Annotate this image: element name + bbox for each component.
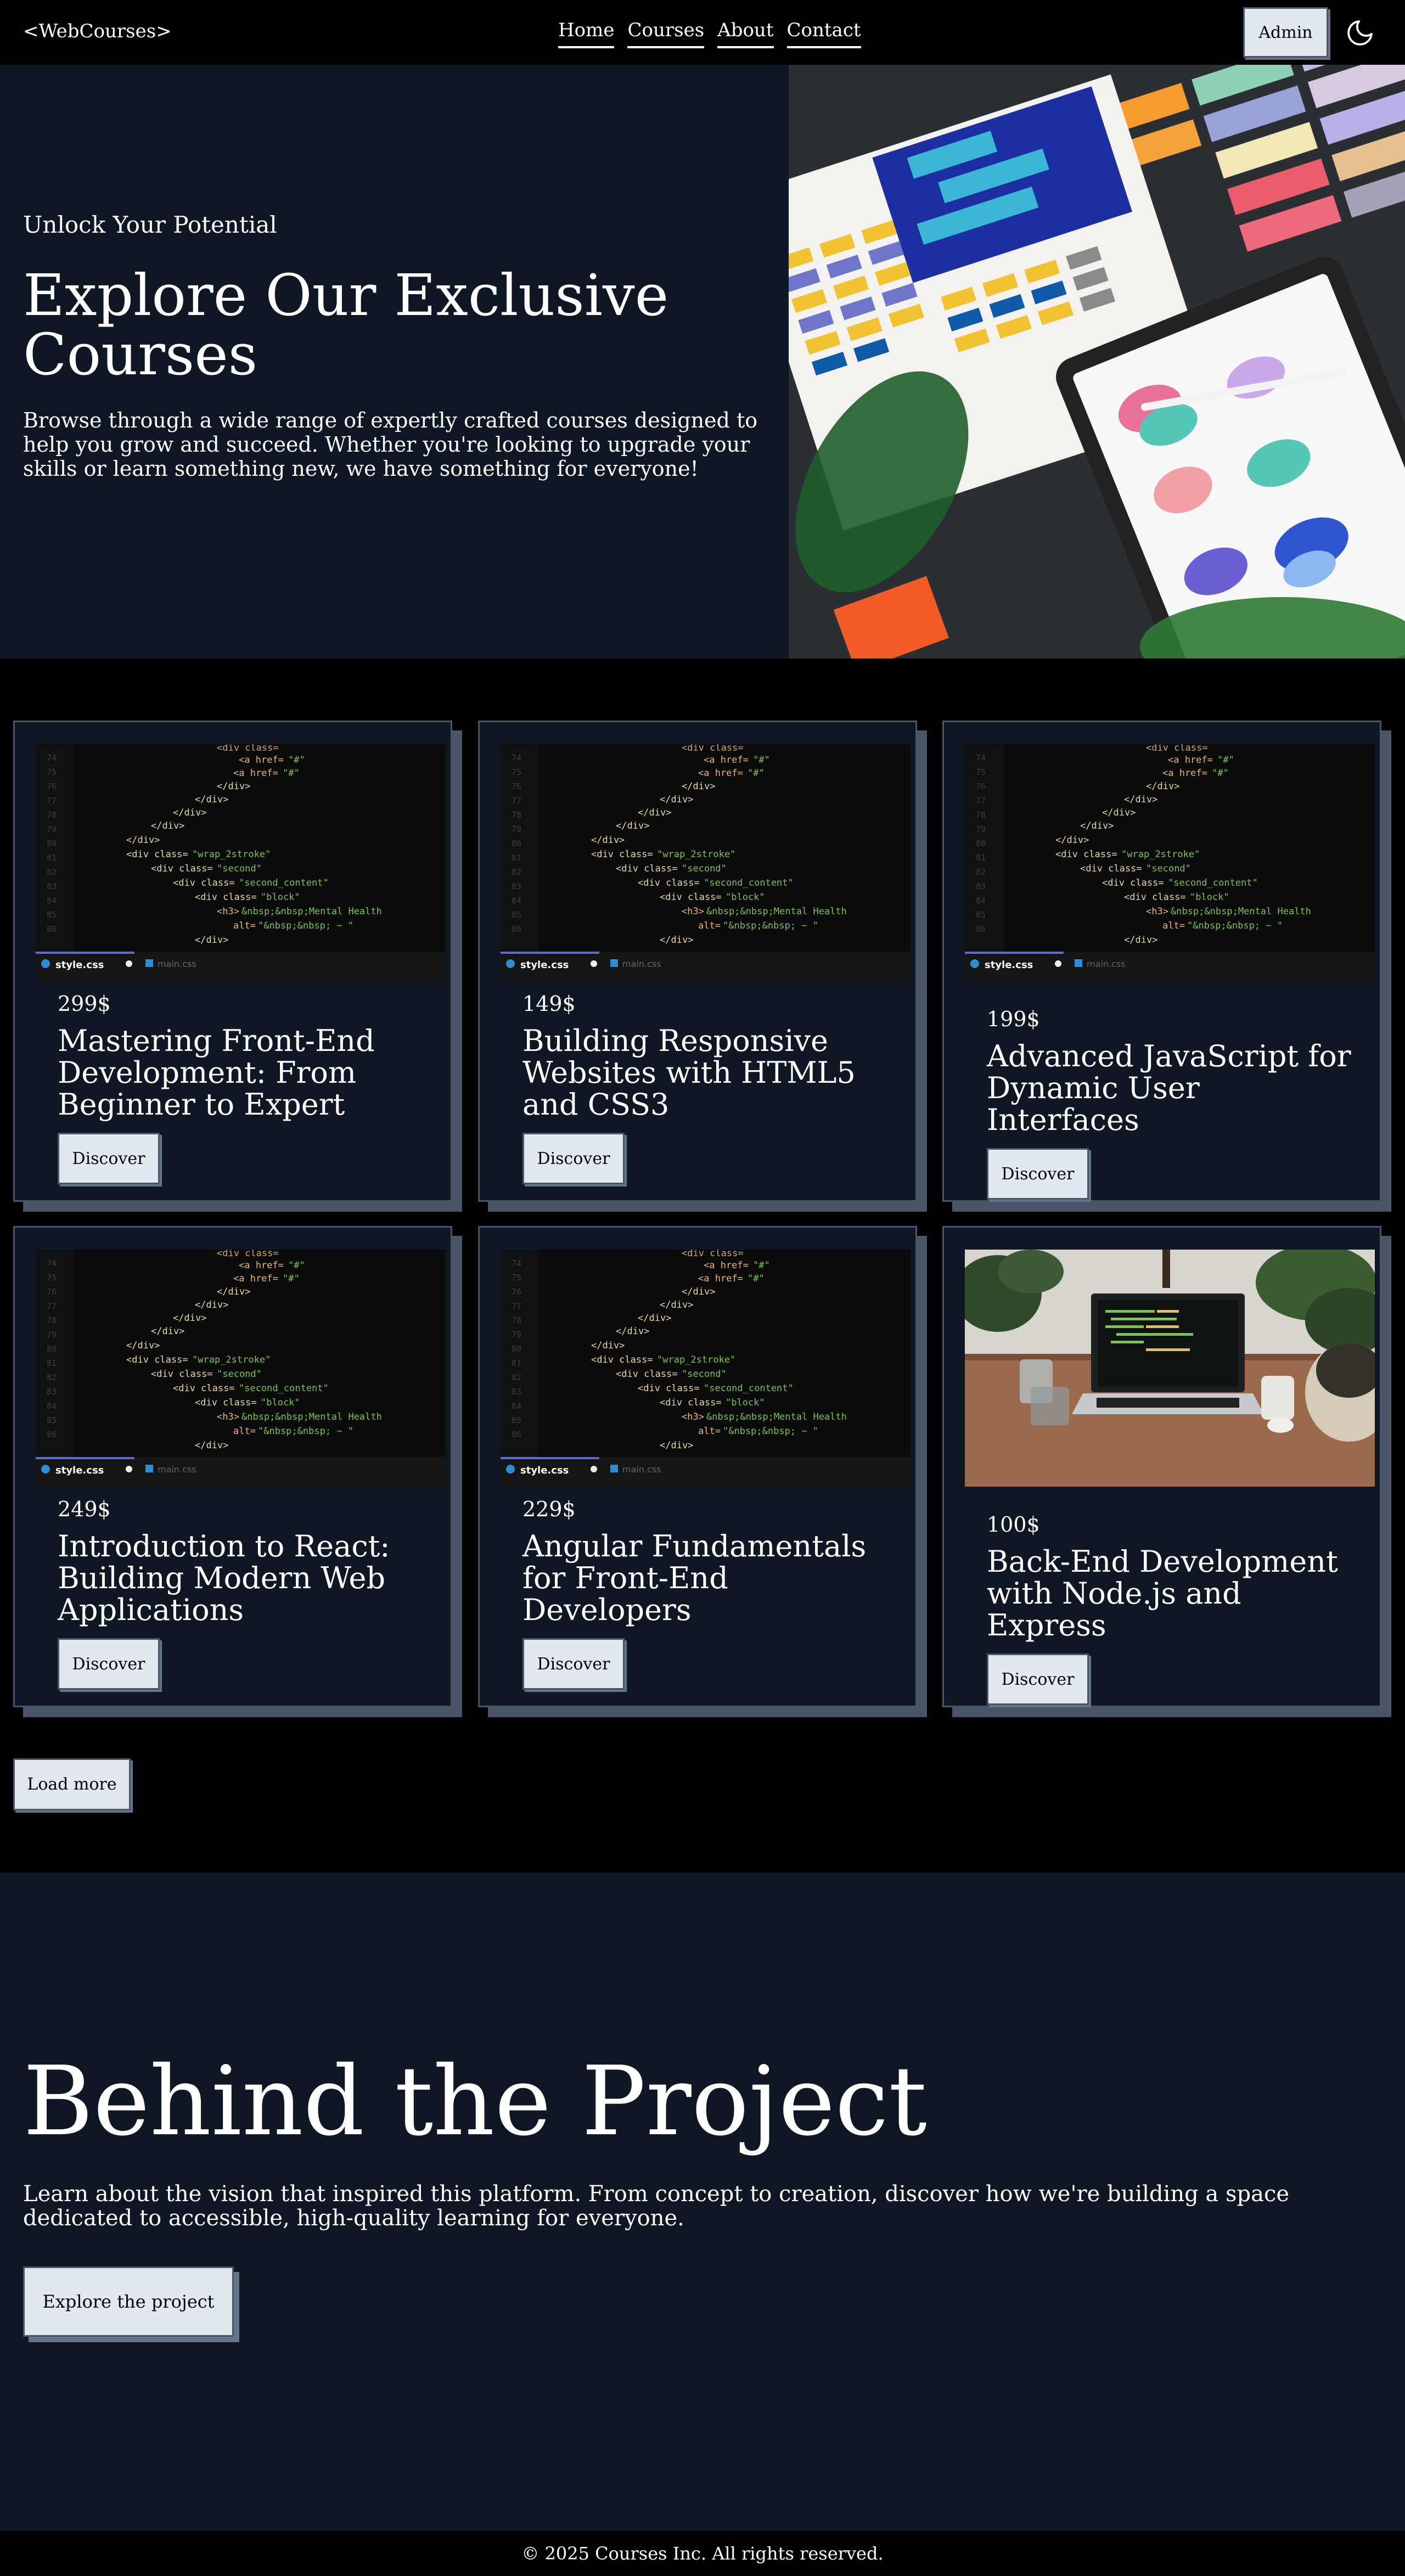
course-card: 100$ Back-End Development with Node.js a…: [942, 1226, 1381, 1707]
nav-links: Home Courses About Contact: [558, 19, 861, 48]
top-navbar: <WebCourses> Home Courses About Contact …: [0, 0, 1405, 65]
footer: © 2025 Courses Inc. All rights reserved.: [0, 2531, 1405, 2576]
course-title: Back-End Development with Node.js and Ex…: [987, 1544, 1338, 1643]
course-image: [965, 1250, 1375, 1487]
nav-link-contact[interactable]: Contact: [786, 19, 861, 48]
admin-button[interactable]: Admin: [1243, 7, 1328, 58]
course-price: 100$: [987, 1512, 1040, 1537]
nav-link-home[interactable]: Home: [558, 19, 615, 48]
about-title: Behind the Project: [23, 2046, 927, 2157]
hero-image: [789, 65, 1405, 659]
hero-description: Browse through a wide range of expertly …: [23, 408, 758, 481]
course-card: 299$ Mastering Front-End Development: Fr…: [13, 721, 452, 1202]
course-price: 299$: [58, 992, 111, 1016]
course-card: 249$ Introduction to React: Building Mod…: [13, 1226, 452, 1707]
course-title: Introduction to React: Building Modern W…: [58, 1529, 390, 1627]
course-image: [36, 1250, 446, 1487]
course-card: 229$ Angular Fundamentals for Front-End …: [478, 1226, 917, 1707]
discover-button[interactable]: Discover: [58, 1133, 160, 1184]
theme-toggle-button[interactable]: [1344, 16, 1376, 49]
course-card: 199$ Advanced JavaScript for Dynamic Use…: [942, 721, 1381, 1202]
about-description: Learn about the vision that inspired thi…: [23, 2181, 1290, 2231]
course-price: 249$: [58, 1497, 111, 1521]
course-image: [36, 744, 446, 981]
course-price: 199$: [987, 1007, 1040, 1031]
nav-link-about[interactable]: About: [717, 19, 774, 48]
course-price: 229$: [522, 1497, 576, 1521]
hero-section: Unlock Your Potential Explore Our Exclus…: [0, 65, 1405, 659]
site-logo[interactable]: <WebCourses>: [23, 20, 172, 43]
moon-icon: [1347, 20, 1373, 46]
course-image: [501, 744, 911, 981]
course-title: Mastering Front-End Development: From Be…: [58, 1023, 375, 1122]
discover-button[interactable]: Discover: [987, 1148, 1089, 1200]
course-image: [965, 744, 1375, 981]
course-price: 149$: [522, 992, 576, 1016]
course-title: Angular Fundamentals for Front-End Devel…: [522, 1529, 867, 1627]
discover-button[interactable]: Discover: [987, 1653, 1089, 1705]
nav-link-courses[interactable]: Courses: [627, 19, 705, 48]
footer-copyright: © 2025 Courses Inc. All rights reserved.: [521, 2543, 884, 2564]
course-image: [501, 1250, 911, 1487]
course-title: Advanced JavaScript for Dynamic User Int…: [987, 1039, 1351, 1137]
course-title: Building Responsive Websites with HTML5 …: [522, 1023, 856, 1122]
discover-button[interactable]: Discover: [522, 1638, 625, 1690]
explore-project-button[interactable]: Explore the project: [23, 2266, 234, 2337]
discover-button[interactable]: Discover: [522, 1133, 625, 1184]
hero-title: Explore Our Exclusive Courses: [23, 262, 669, 388]
hero-eyebrow: Unlock Your Potential: [23, 211, 277, 238]
load-more-button[interactable]: Load more: [13, 1758, 131, 1810]
discover-button[interactable]: Discover: [58, 1638, 160, 1690]
about-section: Behind the Project Learn about the visio…: [0, 1872, 1405, 2531]
course-card: 149$ Building Responsive Websites with H…: [478, 721, 917, 1202]
